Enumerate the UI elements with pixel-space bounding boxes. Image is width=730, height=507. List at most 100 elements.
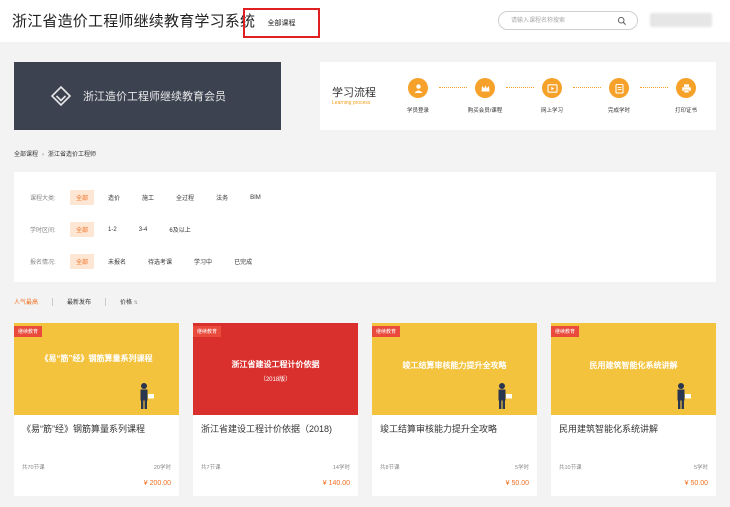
filter-option[interactable]: 全部	[70, 190, 95, 205]
filter-option[interactable]: 造价	[108, 193, 120, 202]
course-card[interactable]: 继续教育 《易“筋”经》钢筋算量系列课程 《易“筋”经》钢筋算量系列课程 共70…	[14, 323, 179, 496]
flow-step-label: 学员登录	[406, 108, 429, 114]
search-icon[interactable]	[617, 16, 627, 26]
filter-option[interactable]: 待选考课	[148, 257, 172, 266]
filter-option[interactable]: 学习中	[194, 257, 212, 266]
filter-option[interactable]: 全部	[70, 222, 95, 237]
membership-banner[interactable]: 浙江造价工程师继续教育会员	[14, 62, 281, 130]
filter-row-category: 课程大类: 全部 造价 施工 全过程 法务 BIM	[30, 190, 261, 205]
course-card[interactable]: 继续教育 民用建筑智能化系统讲解 民用建筑智能化系统讲解 共10节课 5学时 ¥ …	[551, 323, 716, 496]
sort-popular[interactable]: 人气最高	[14, 297, 38, 306]
course-tag: 继续教育	[372, 326, 401, 337]
flow-step-login: 学员登录	[388, 78, 448, 114]
course-price: ¥ 50.00	[684, 480, 708, 487]
businessman-illustration-icon	[140, 383, 154, 409]
course-thumbnail[interactable]: 继续教育 浙江省建设工程计价依据 （2018版）	[193, 323, 358, 415]
learning-process-panel: 学习流程 Learning process 学员登录 购买会员/课程 网上学习 …	[320, 62, 716, 130]
flow-title: 学习流程	[332, 87, 376, 99]
user-info-blurred[interactable]	[650, 13, 712, 27]
flow-step-label: 完成学时	[607, 108, 630, 114]
course-title[interactable]: 竣工结算审核能力提升全攻略	[380, 423, 530, 435]
course-thumbnail[interactable]: 继续教育 民用建筑智能化系统讲解	[551, 323, 716, 415]
filter-option[interactable]: 全部	[70, 254, 95, 269]
crown-icon	[475, 78, 495, 98]
course-tag: 继续教育	[193, 326, 222, 337]
flow-step-certificate: 打印证书	[656, 78, 716, 114]
thumbnail-title: 民用建筑智能化系统讲解	[589, 361, 678, 370]
course-hours: 20学时	[153, 465, 171, 471]
filter-option[interactable]: 未报名	[108, 257, 126, 266]
course-title[interactable]: 浙江省建设工程计价依据（2018)	[201, 423, 351, 435]
filter-panel: 课程大类: 全部 造价 施工 全过程 法务 BIM 学时区间: 全部 1-2 3…	[14, 172, 716, 282]
thumbnail-title: 浙江省建设工程计价依据	[231, 360, 320, 369]
flow-step-label: 打印证书	[674, 108, 697, 114]
sort-arrows-icon: ⇅	[133, 300, 138, 306]
breadcrumb-current: 浙江省造价工程师	[48, 152, 97, 158]
course-price: ¥ 50.00	[505, 480, 529, 487]
search-input[interactable]	[511, 16, 611, 26]
sort-newest[interactable]: 最新发布	[67, 297, 91, 306]
clipboard-icon	[609, 78, 629, 98]
course-thumbnail[interactable]: 继续教育 竣工结算审核能力提升全攻略	[372, 323, 537, 415]
course-title[interactable]: 民用建筑智能化系统讲解	[559, 423, 709, 435]
site-title[interactable]: 浙江省造价工程师继续教育学习系统	[12, 10, 255, 31]
top-header: 浙江省造价工程师继续教育学习系统 全部课程	[0, 0, 730, 42]
play-icon	[542, 78, 562, 98]
filter-option[interactable]: 法务	[216, 193, 228, 202]
course-card[interactable]: 继续教育 浙江省建设工程计价依据 （2018版） 浙江省建设工程计价依据（201…	[193, 323, 358, 496]
flow-step-study: 网上学习	[522, 78, 582, 114]
course-lessons: 共7节课	[201, 465, 221, 471]
printer-icon	[676, 78, 696, 98]
course-tag: 继续教育	[551, 326, 580, 337]
diamond-logo-icon	[50, 85, 72, 107]
flow-step-label: 购买会员/课程	[467, 108, 503, 114]
filter-option[interactable]: 1-2	[108, 227, 117, 233]
flow-step-complete: 完成学时	[589, 78, 649, 114]
filter-row-hours: 学时区间: 全部 1-2 3-4 6及以上	[30, 222, 191, 237]
nav-all-courses[interactable]: 全部课程	[243, 8, 320, 38]
filter-option[interactable]: BIM	[250, 195, 261, 201]
course-price: ¥ 140.00	[322, 480, 350, 487]
sort-price-label: 价格	[120, 300, 133, 306]
thumbnail-subtitle: （2018版）	[259, 377, 292, 383]
banner-text: 浙江造价工程师继续教育会员	[83, 91, 226, 103]
filter-row-status: 报名情况: 全部 未报名 待选考课 学习中 已完成	[30, 254, 252, 269]
user-icon	[408, 78, 428, 98]
course-title[interactable]: 《易“筋”经》钢筋算量系列课程	[22, 423, 172, 435]
course-meta: 共8节课 5学时	[380, 463, 529, 471]
breadcrumb-separator: ›	[42, 152, 45, 158]
search-box	[498, 11, 638, 30]
divider	[52, 297, 54, 306]
course-lessons: 共70节课	[22, 465, 45, 471]
course-meta: 共70节课 20学时	[22, 463, 171, 471]
breadcrumb: 全部课程 › 浙江省造价工程师	[14, 149, 96, 158]
course-lessons: 共10节课	[559, 465, 582, 471]
thumbnail-title: 《易“筋”经》钢筋算量系列课程	[40, 354, 153, 363]
course-meta: 共10节课 5学时	[559, 463, 708, 471]
thumbnail-title: 竣工结算审核能力提升全攻略	[402, 361, 507, 370]
flow-step-purchase: 购买会员/课程	[455, 78, 515, 114]
course-hours: 5学时	[693, 465, 708, 471]
course-hours: 14学时	[332, 465, 350, 471]
filter-option[interactable]: 已完成	[234, 257, 252, 266]
filter-label: 学时区间:	[30, 228, 56, 234]
businessman-illustration-icon	[677, 383, 691, 409]
businessman-illustration-icon	[498, 383, 512, 409]
flow-subtitle: Learning process	[332, 100, 371, 106]
filter-option[interactable]: 3-4	[139, 227, 148, 233]
sort-price[interactable]: 价格 ⇅	[120, 297, 138, 306]
course-meta: 共7节课 14学时	[201, 463, 350, 471]
course-hours: 5学时	[514, 465, 529, 471]
filter-label: 课程大类:	[30, 196, 56, 202]
filter-option[interactable]: 6及以上	[169, 225, 190, 234]
divider	[105, 297, 107, 306]
course-lessons: 共8节课	[380, 465, 400, 471]
course-thumbnail[interactable]: 继续教育 《易“筋”经》钢筋算量系列课程	[14, 323, 179, 415]
filter-option[interactable]: 全过程	[176, 193, 194, 202]
course-tag: 继续教育	[14, 326, 43, 337]
course-card[interactable]: 继续教育 竣工结算审核能力提升全攻略 竣工结算审核能力提升全攻略 共8节课 5学时…	[372, 323, 537, 496]
sort-bar: 人气最高 最新发布 价格 ⇅	[14, 297, 138, 306]
flow-step-label: 网上学习	[540, 108, 563, 114]
filter-option[interactable]: 施工	[142, 193, 154, 202]
breadcrumb-root[interactable]: 全部课程	[14, 152, 38, 158]
